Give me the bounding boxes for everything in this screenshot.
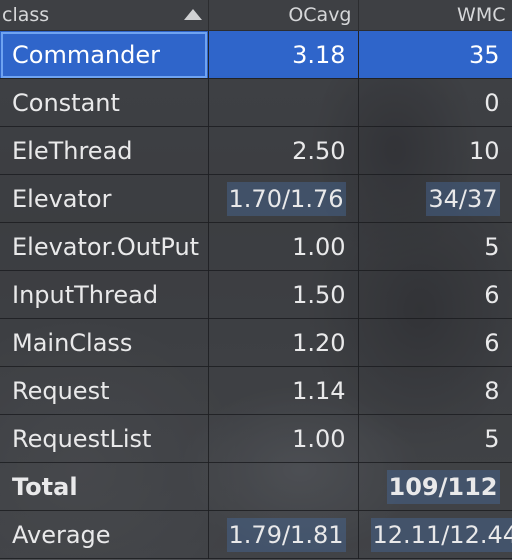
- cell-class[interactable]: Total: [0, 462, 209, 511]
- table-row[interactable]: Elevator 1.70/1.76 34/37: [0, 174, 512, 223]
- wmc-value: 6: [484, 328, 500, 357]
- cell-wmc[interactable]: 6: [358, 270, 512, 319]
- cell-ocavg[interactable]: [208, 78, 359, 127]
- cell-class[interactable]: Commander: [0, 30, 209, 79]
- cell-ocavg[interactable]: 1.79/1.81: [208, 510, 359, 559]
- wmc-value: 0: [484, 88, 500, 117]
- wmc-value: 8: [484, 376, 500, 405]
- column-header-ocavg[interactable]: OCavg: [208, 0, 359, 31]
- cell-wmc[interactable]: 109/112: [358, 462, 512, 511]
- ocavg-value: 1.70/1.76: [226, 181, 346, 216]
- ocavg-value: 1.20: [292, 328, 346, 357]
- table-row[interactable]: RequestList 1.00 5: [0, 414, 512, 463]
- ocavg-value: 1.79/1.81: [226, 517, 346, 552]
- cell-ocavg[interactable]: 1.00: [208, 414, 359, 463]
- wmc-value: 5: [484, 424, 500, 453]
- cell-ocavg[interactable]: 1.20: [208, 318, 359, 367]
- cell-class[interactable]: EleThread: [0, 126, 209, 175]
- table-row[interactable]: Total 109/112: [0, 462, 512, 511]
- column-header-wmc[interactable]: WMC: [358, 0, 512, 31]
- cell-class[interactable]: Constant: [0, 78, 209, 127]
- wmc-value: 6: [484, 280, 500, 309]
- header-row: class OCavg WMC: [0, 0, 512, 31]
- metrics-table: class OCavg WMC Commander 3.18 35 Constant 0…: [0, 0, 512, 559]
- ocavg-value: 3.18: [292, 40, 346, 69]
- wmc-value: 109/112: [386, 469, 500, 504]
- cell-ocavg[interactable]: 2.50: [208, 126, 359, 175]
- table-row[interactable]: EleThread 2.50 10: [0, 126, 512, 175]
- sort-ascending-icon[interactable]: [183, 9, 202, 20]
- cell-wmc[interactable]: 35: [358, 30, 512, 79]
- cell-class[interactable]: Request: [0, 366, 209, 415]
- wmc-value: 5: [484, 232, 500, 261]
- wmc-value: 10: [468, 136, 500, 165]
- cell-class[interactable]: Elevator.OutPut: [0, 222, 209, 271]
- cell-ocavg[interactable]: 3.18: [208, 30, 359, 79]
- wmc-value: 35: [468, 40, 500, 69]
- cell-ocavg[interactable]: 1.70/1.76: [208, 174, 359, 223]
- ocavg-value: 2.50: [292, 136, 346, 165]
- ocavg-value: 1.14: [292, 376, 346, 405]
- column-header-label: class: [2, 4, 50, 26]
- wmc-value: 12.11/12.44: [370, 517, 511, 552]
- column-header-label: WMC: [457, 4, 506, 26]
- cell-ocavg[interactable]: 1.14: [208, 366, 359, 415]
- cell-class[interactable]: InputThread: [0, 270, 209, 319]
- cell-wmc[interactable]: 8: [358, 366, 512, 415]
- table-row[interactable]: MainClass 1.20 6: [0, 318, 512, 367]
- cell-wmc[interactable]: 5: [358, 222, 512, 271]
- table-row[interactable]: Elevator.OutPut 1.00 5: [0, 222, 512, 271]
- table-row[interactable]: Constant 0: [0, 78, 512, 127]
- cell-wmc[interactable]: 10: [358, 126, 512, 175]
- ocavg-value: 1.00: [292, 232, 346, 261]
- cell-wmc[interactable]: 5: [358, 414, 512, 463]
- cell-wmc[interactable]: 6: [358, 318, 512, 367]
- cell-ocavg[interactable]: 1.50: [208, 270, 359, 319]
- column-header-class[interactable]: class: [0, 0, 209, 31]
- cell-ocavg[interactable]: [208, 462, 359, 511]
- cell-wmc[interactable]: 34/37: [358, 174, 512, 223]
- column-header-label: OCavg: [288, 4, 352, 26]
- table-row[interactable]: Average 1.79/1.81 12.11/12.44: [0, 510, 512, 559]
- table-row[interactable]: InputThread 1.50 6: [0, 270, 512, 319]
- ocavg-value: 1.00: [292, 424, 346, 453]
- cell-ocavg[interactable]: 1.00: [208, 222, 359, 271]
- cell-class[interactable]: Elevator: [0, 174, 209, 223]
- cell-class[interactable]: MainClass: [0, 318, 209, 367]
- cell-class[interactable]: Average: [0, 510, 209, 559]
- cell-wmc[interactable]: 12.11/12.44: [358, 510, 512, 559]
- table-row[interactable]: Request 1.14 8: [0, 366, 512, 415]
- ocavg-value: 1.50: [292, 280, 346, 309]
- wmc-value: 34/37: [426, 181, 500, 216]
- cell-wmc[interactable]: 0: [358, 78, 512, 127]
- table-row[interactable]: Commander 3.18 35: [0, 30, 512, 79]
- cell-class[interactable]: RequestList: [0, 414, 209, 463]
